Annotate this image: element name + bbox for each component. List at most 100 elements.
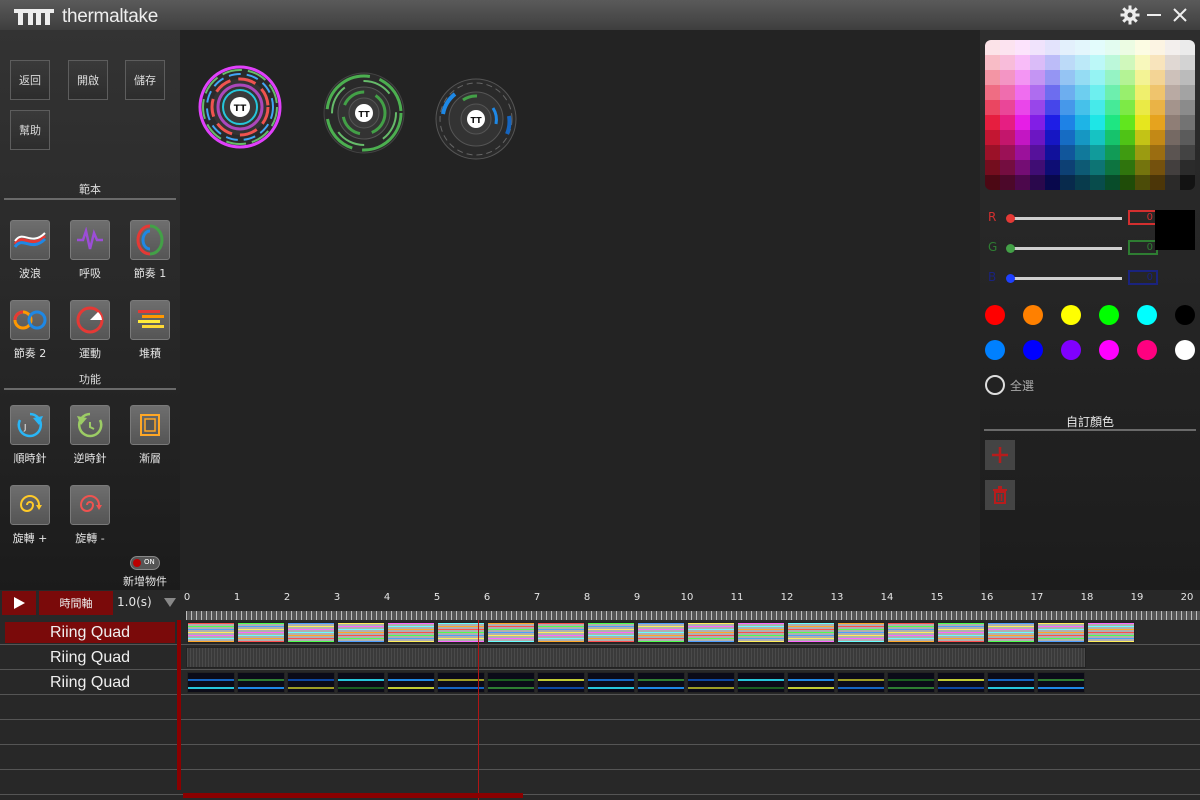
palette-cell[interactable] xyxy=(1000,70,1015,85)
palette-cell[interactable] xyxy=(1015,85,1030,100)
timeline-clip[interactable] xyxy=(687,622,735,643)
palette-cell[interactable] xyxy=(1000,175,1015,190)
palette-cell[interactable] xyxy=(1105,40,1120,55)
timeline-clip[interactable] xyxy=(887,622,935,643)
palette-cell[interactable] xyxy=(1060,40,1075,55)
palette-cell[interactable] xyxy=(1180,175,1195,190)
timeline-clip[interactable] xyxy=(487,622,535,643)
palette-cell[interactable] xyxy=(1150,40,1165,55)
color-swatch[interactable] xyxy=(1137,340,1157,360)
timeline-clip[interactable] xyxy=(237,622,285,643)
palette-cell[interactable] xyxy=(1030,70,1045,85)
palette-cell[interactable] xyxy=(1060,175,1075,190)
palette-cell[interactable] xyxy=(1030,175,1045,190)
blue-value-field[interactable]: 0 xyxy=(1128,270,1158,285)
timeline-clip[interactable] xyxy=(937,672,985,693)
color-swatch[interactable] xyxy=(1023,305,1043,325)
palette-cell[interactable] xyxy=(1090,40,1105,55)
palette-cell[interactable] xyxy=(1075,40,1090,55)
color-swatch[interactable] xyxy=(1061,340,1081,360)
palette-cell[interactable] xyxy=(1165,55,1180,70)
palette-cell[interactable] xyxy=(1075,130,1090,145)
color-swatch[interactable] xyxy=(985,340,1005,360)
palette-cell[interactable] xyxy=(1135,130,1150,145)
palette-cell[interactable] xyxy=(985,130,1000,145)
color-swatch[interactable] xyxy=(1023,340,1043,360)
close-icon[interactable] xyxy=(1168,3,1192,27)
timeline-clip[interactable] xyxy=(637,672,685,693)
color-swatch[interactable] xyxy=(1061,305,1081,325)
palette-cell[interactable] xyxy=(1045,115,1060,130)
template-rhythm1[interactable]: 節奏 1 xyxy=(120,220,180,290)
palette-cell[interactable] xyxy=(1045,55,1060,70)
palette-cell[interactable] xyxy=(1165,160,1180,175)
palette-cell[interactable] xyxy=(1075,160,1090,175)
color-swatch[interactable] xyxy=(1175,340,1195,360)
template-stack[interactable]: 堆積 xyxy=(120,300,180,370)
timeline-clip[interactable] xyxy=(187,622,235,643)
template-rhythm2[interactable]: 節奏 2 xyxy=(0,300,60,370)
palette-cell[interactable] xyxy=(1180,145,1195,160)
palette-cell[interactable] xyxy=(1120,145,1135,160)
function-spin-plus[interactable]: 旋轉 + xyxy=(0,485,60,555)
color-swatch[interactable] xyxy=(1099,305,1119,325)
palette-cell[interactable] xyxy=(1015,100,1030,115)
palette-cell[interactable] xyxy=(1120,175,1135,190)
horizontal-scrollbar[interactable] xyxy=(183,793,523,798)
timeline-clip[interactable] xyxy=(787,622,835,643)
palette-cell[interactable] xyxy=(985,40,1000,55)
help-button[interactable]: 幫助 xyxy=(10,110,50,150)
palette-cell[interactable] xyxy=(1135,160,1150,175)
palette-cell[interactable] xyxy=(1090,115,1105,130)
palette-cell[interactable] xyxy=(1090,85,1105,100)
palette-cell[interactable] xyxy=(1180,55,1195,70)
palette-cell[interactable] xyxy=(1030,55,1045,70)
palette-cell[interactable] xyxy=(1090,55,1105,70)
palette-cell[interactable] xyxy=(1150,85,1165,100)
add-custom-color-button[interactable] xyxy=(985,440,1015,470)
color-swatch[interactable] xyxy=(1175,305,1195,325)
timeline-clip[interactable] xyxy=(287,622,335,643)
palette-cell[interactable] xyxy=(1000,55,1015,70)
timeline-clip[interactable] xyxy=(737,622,785,643)
palette-cell[interactable] xyxy=(1060,160,1075,175)
function-spin-minus[interactable]: 旋轉 - xyxy=(60,485,120,555)
timeline-clip[interactable] xyxy=(837,672,885,693)
palette-cell[interactable] xyxy=(1135,85,1150,100)
palette-cell[interactable] xyxy=(1105,145,1120,160)
palette-cell[interactable] xyxy=(1060,100,1075,115)
timeline-clip[interactable] xyxy=(637,622,685,643)
palette-cell[interactable] xyxy=(1135,100,1150,115)
palette-cell[interactable] xyxy=(1135,70,1150,85)
track-name[interactable]: Riing Quad xyxy=(5,672,175,693)
palette-cell[interactable] xyxy=(1120,130,1135,145)
playhead[interactable] xyxy=(478,620,479,800)
timeline-clip[interactable] xyxy=(887,672,935,693)
palette-cell[interactable] xyxy=(985,145,1000,160)
palette-cell[interactable] xyxy=(1180,160,1195,175)
palette-cell[interactable] xyxy=(1180,70,1195,85)
blue-slider-knob[interactable] xyxy=(1006,274,1015,283)
palette-cell[interactable] xyxy=(1120,115,1135,130)
palette-cell[interactable] xyxy=(1135,145,1150,160)
palette-cell[interactable] xyxy=(1075,145,1090,160)
palette-cell[interactable] xyxy=(1120,40,1135,55)
palette-cell[interactable] xyxy=(1045,85,1060,100)
palette-cell[interactable] xyxy=(1120,70,1135,85)
red-slider-knob[interactable] xyxy=(1006,214,1015,223)
palette-cell[interactable] xyxy=(1000,85,1015,100)
delete-custom-color-button[interactable] xyxy=(985,480,1015,510)
function-clockwise[interactable]: J 順時針 xyxy=(0,405,60,475)
palette-cell[interactable] xyxy=(1060,55,1075,70)
timeline-clip[interactable] xyxy=(187,672,235,693)
blue-slider-track[interactable] xyxy=(1010,277,1122,280)
palette-cell[interactable] xyxy=(1165,70,1180,85)
palette-cell[interactable] xyxy=(1015,40,1030,55)
color-palette[interactable] xyxy=(985,40,1195,190)
timeline-clip[interactable] xyxy=(337,622,385,643)
palette-cell[interactable] xyxy=(1030,160,1045,175)
palette-cell[interactable] xyxy=(1015,130,1030,145)
palette-cell[interactable] xyxy=(1015,145,1030,160)
palette-cell[interactable] xyxy=(1135,115,1150,130)
palette-cell[interactable] xyxy=(1060,145,1075,160)
